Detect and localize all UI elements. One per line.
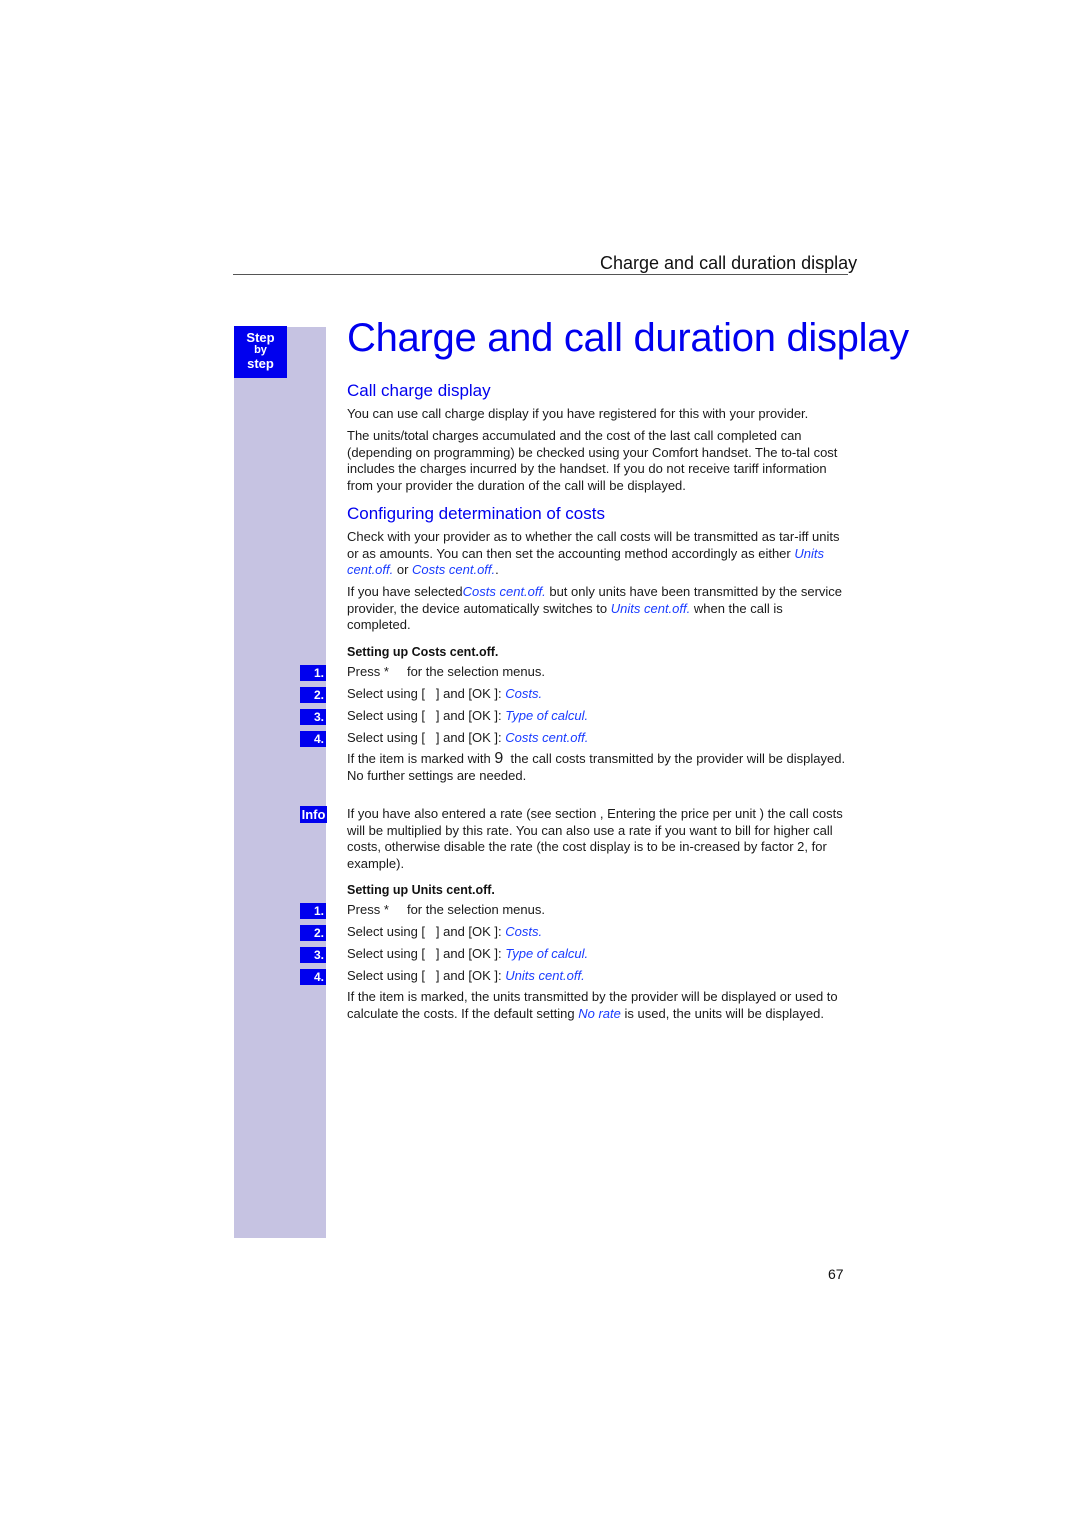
step-text: Select using [ ] and [OK ]:: [347, 708, 506, 723]
step-number-badge: 3.: [300, 947, 326, 963]
text: If you have selected: [347, 584, 463, 599]
page-title: Charge and call duration display: [347, 316, 909, 360]
paragraph: If the item is marked with 9 the call co…: [347, 750, 847, 784]
menu-value: Costs cent.off.: [505, 730, 589, 745]
running-header: Charge and call duration display: [600, 253, 858, 273]
step-number-badge: 1.: [300, 903, 326, 919]
step-instruction: Select using [ ] and [OK ]: Type of calc…: [347, 708, 588, 724]
by-label: by: [254, 344, 267, 356]
step-number-badge: 2.: [300, 687, 326, 703]
step-text: Select using [ ] and [OK ]:: [347, 924, 506, 939]
step-text: Select using [ ] and [OK ]:: [347, 968, 506, 983]
menu-value: Type of calcul.: [505, 946, 589, 961]
step-label: Step: [246, 330, 275, 345]
text: is used, the units will be displayed.: [620, 1005, 824, 1021]
step-text: Press * for the selection menus.: [347, 664, 545, 679]
menu-ref-costs-cent-off: Costs cent.off.: [462, 584, 546, 599]
menu-value: Costs.: [505, 924, 543, 939]
step-by-step-sidebar: [234, 327, 326, 1238]
step-text: Select using [ ] and [OK ]:: [347, 730, 506, 745]
step-instruction: Press * for the selection menus.: [347, 902, 545, 918]
info-badge: Info: [300, 806, 327, 823]
step-text: Select using [ ] and [OK ]:: [347, 686, 506, 701]
header-rule: [233, 274, 848, 275]
step-instruction: Select using [ ] and [OK ]: Costs cent.o…: [347, 730, 588, 746]
step-instruction: Select using [ ] and [OK ]: Costs.: [347, 924, 542, 940]
menu-ref-costs-cent-off: Costs cent.off.: [412, 562, 496, 577]
text: Check with your provider as to whether t…: [347, 529, 840, 561]
section-heading-configuring-costs: Configuring determination of costs: [347, 504, 605, 523]
paragraph: Check with your provider as to whether t…: [347, 529, 847, 579]
menu-value: Units cent.off.: [505, 968, 585, 983]
step-number-badge: 1.: [300, 665, 326, 681]
subheading-costs-setup: Setting up Costs cent.off.: [347, 645, 499, 659]
menu-ref-units-cent-off: Units cent.off.: [610, 600, 691, 616]
text: .: [495, 562, 499, 577]
paragraph: The units/total charges accumulated and …: [347, 428, 838, 493]
text: or: [393, 562, 413, 577]
menu-value: Costs.: [505, 686, 543, 701]
paragraph: If you have selectedCosts cent.off. but …: [347, 584, 847, 634]
step-by-step-badge: Step by step: [234, 326, 287, 378]
paragraph: If the item is marked, the units transmi…: [347, 989, 847, 1022]
checkmark-symbol: 9: [494, 750, 504, 767]
step-number-badge: 4.: [300, 731, 326, 747]
step-instruction: Press * for the selection menus.: [347, 664, 545, 680]
menu-ref-no-rate: No rate: [578, 1005, 621, 1021]
step-number-badge: 3.: [300, 709, 326, 725]
text: If the item is marked with: [347, 751, 495, 766]
step-instruction: Select using [ ] and [OK ]: Type of calc…: [347, 946, 588, 962]
step-number-badge: 2.: [300, 925, 326, 941]
step-text: Press * for the selection menus.: [347, 902, 545, 917]
section-heading-call-charge: Call charge display: [347, 381, 491, 400]
paragraph: You can use call charge display if you h…: [347, 406, 809, 421]
page-number: 67: [828, 1266, 844, 1282]
menu-value: Type of calcul.: [505, 708, 589, 723]
subheading-units-setup: Setting up Units cent.off.: [347, 883, 495, 897]
step-label-2: step: [247, 356, 274, 371]
step-instruction: Select using [ ] and [OK ]: Units cent.o…: [347, 968, 585, 984]
step-number-badge: 4.: [300, 969, 326, 985]
step-instruction: Select using [ ] and [OK ]: Costs.: [347, 686, 542, 702]
info-paragraph: If you have also entered a rate (see sec…: [347, 806, 843, 871]
step-text: Select using [ ] and [OK ]:: [347, 946, 506, 961]
